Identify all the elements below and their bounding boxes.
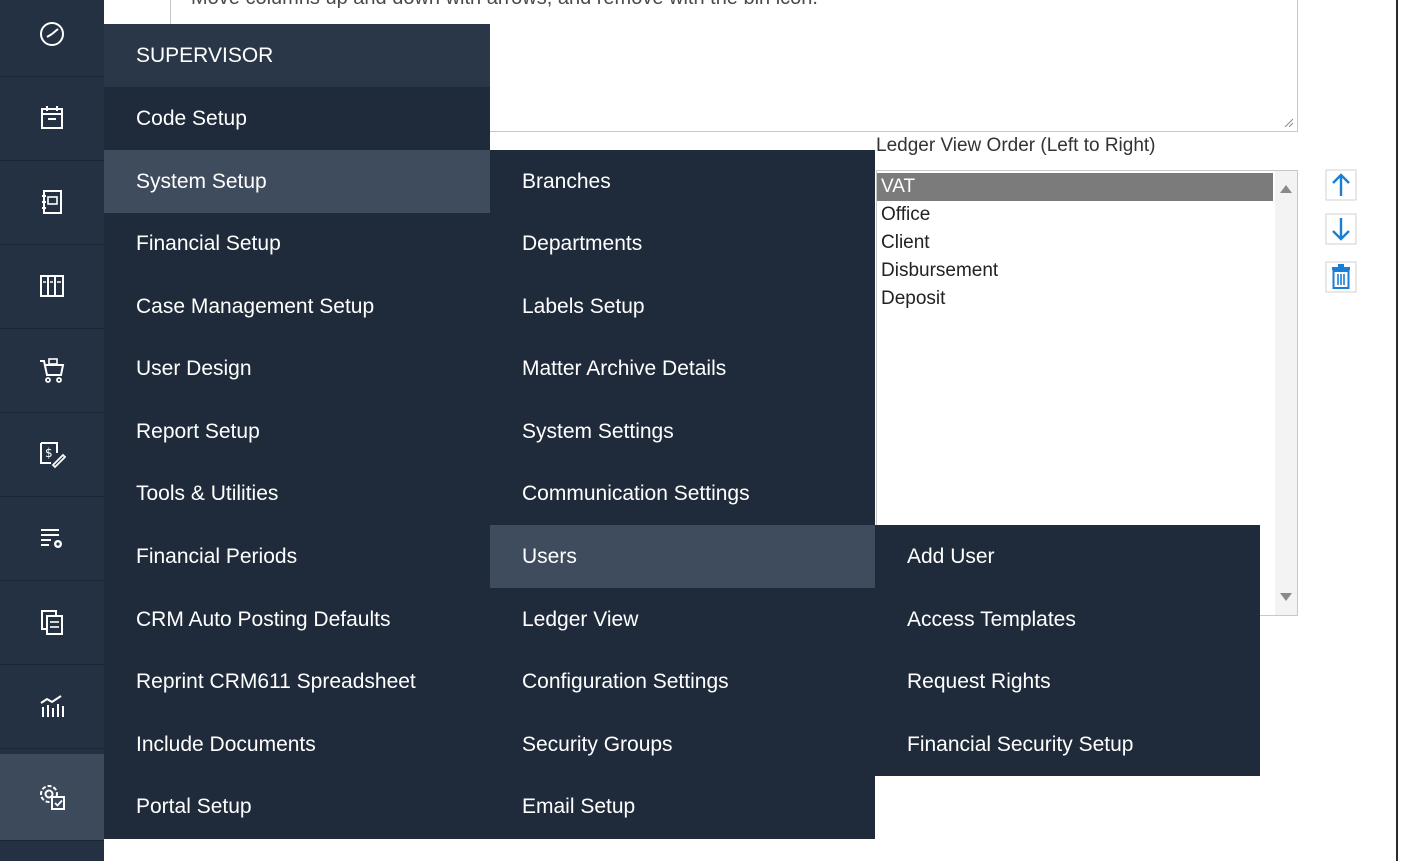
arrow-up-icon: [1325, 169, 1357, 201]
submenu-item-departments[interactable]: Departments: [490, 212, 875, 275]
rail-cart[interactable]: [0, 328, 104, 413]
rail-dashboard[interactable]: [0, 0, 104, 77]
icon-rail: $: [0, 0, 104, 861]
documents-icon: [41, 610, 63, 635]
menu-item-case-management-setup[interactable]: Case Management Setup: [104, 275, 490, 338]
ledger-item-office[interactable]: Office: [877, 201, 1273, 229]
textarea-text: Move columns up and down with arrows, an…: [191, 0, 818, 10]
system-setup-submenu: Branches Departments Labels Setup Matter…: [490, 150, 875, 839]
supervisor-settings-icon: [40, 785, 65, 810]
menu-item-system-setup[interactable]: System Setup: [104, 150, 490, 213]
scroll-down-arrow-icon[interactable]: [1280, 593, 1292, 601]
submenu-item-security-groups[interactable]: Security Groups: [490, 713, 875, 776]
users-item-add-user[interactable]: Add User: [875, 525, 1260, 588]
menu-item-code-setup[interactable]: Code Setup: [104, 87, 490, 150]
rail-calendar[interactable]: [0, 76, 104, 161]
dashboard-icon: [40, 22, 64, 46]
cart-icon: [40, 358, 65, 383]
ledger-item-deposit[interactable]: Deposit: [877, 285, 1273, 313]
menu-item-report-setup[interactable]: Report Setup: [104, 400, 490, 463]
reports-chart-icon: [40, 695, 64, 717]
submenu-item-branches[interactable]: Branches: [490, 150, 875, 213]
menu-item-portal-setup[interactable]: Portal Setup: [104, 775, 490, 838]
menu-item-financial-setup[interactable]: Financial Setup: [104, 212, 490, 275]
supervisor-menu: SUPERVISOR Code Setup System Setup Finan…: [104, 24, 490, 839]
submenu-item-matter-archive-details[interactable]: Matter Archive Details: [490, 337, 875, 400]
rail-list-settings[interactable]: [0, 496, 104, 581]
calendar-icon: [41, 106, 63, 129]
submenu-item-labels-setup[interactable]: Labels Setup: [490, 275, 875, 338]
users-item-financial-security-setup[interactable]: Financial Security Setup: [875, 713, 1260, 776]
submenu-item-communication-settings[interactable]: Communication Settings: [490, 462, 875, 525]
resize-grip-icon[interactable]: [1283, 117, 1293, 127]
move-up-button[interactable]: [1322, 166, 1360, 204]
svg-text:$: $: [45, 446, 53, 460]
listbox-scrollbar[interactable]: [1275, 171, 1297, 615]
users-item-access-templates[interactable]: Access Templates: [875, 588, 1260, 651]
rail-supervisor[interactable]: [0, 754, 104, 841]
menu-item-crm-auto-posting-defaults[interactable]: CRM Auto Posting Defaults: [104, 588, 490, 651]
menu-item-tools-utilities[interactable]: Tools & Utilities: [104, 462, 490, 525]
ledger-item-vat[interactable]: VAT: [877, 173, 1273, 201]
menu-item-include-documents[interactable]: Include Documents: [104, 713, 490, 776]
menu-item-financial-periods[interactable]: Financial Periods: [104, 525, 490, 588]
menu-item-reprint-crm611[interactable]: Reprint CRM611 Spreadsheet: [104, 650, 490, 713]
library-icon: [40, 275, 64, 297]
rail-library[interactable]: [0, 244, 104, 329]
users-item-request-rights[interactable]: Request Rights: [875, 650, 1260, 713]
submenu-item-system-settings[interactable]: System Settings: [490, 400, 875, 463]
submenu-item-configuration-settings[interactable]: Configuration Settings: [490, 650, 875, 713]
list-settings-icon: [41, 529, 62, 548]
rail-documents[interactable]: [0, 580, 104, 665]
remove-button[interactable]: [1322, 258, 1360, 296]
billing-icon: $: [40, 442, 67, 469]
ledger-item-client[interactable]: Client: [877, 229, 1273, 257]
rail-reports[interactable]: [0, 664, 104, 749]
submenu-item-email-setup[interactable]: Email Setup: [490, 775, 875, 838]
move-down-button[interactable]: [1322, 210, 1360, 248]
submenu-item-users[interactable]: Users: [490, 525, 875, 588]
scroll-up-arrow-icon[interactable]: [1280, 185, 1292, 193]
ledger-order-label: Ledger View Order (Left to Right): [876, 135, 1156, 156]
menu-header: SUPERVISOR: [104, 24, 490, 87]
submenu-item-ledger-view[interactable]: Ledger View: [490, 588, 875, 651]
trash-bin-icon: [1325, 261, 1357, 293]
contacts-book-icon: [42, 190, 62, 214]
users-submenu: Add User Access Templates Request Rights…: [875, 525, 1260, 776]
rail-contacts[interactable]: [0, 160, 104, 245]
rail-billing[interactable]: $: [0, 412, 104, 497]
arrow-down-icon: [1325, 213, 1357, 245]
ledger-item-disbursement[interactable]: Disbursement: [877, 257, 1273, 285]
menu-item-user-design[interactable]: User Design: [104, 337, 490, 400]
